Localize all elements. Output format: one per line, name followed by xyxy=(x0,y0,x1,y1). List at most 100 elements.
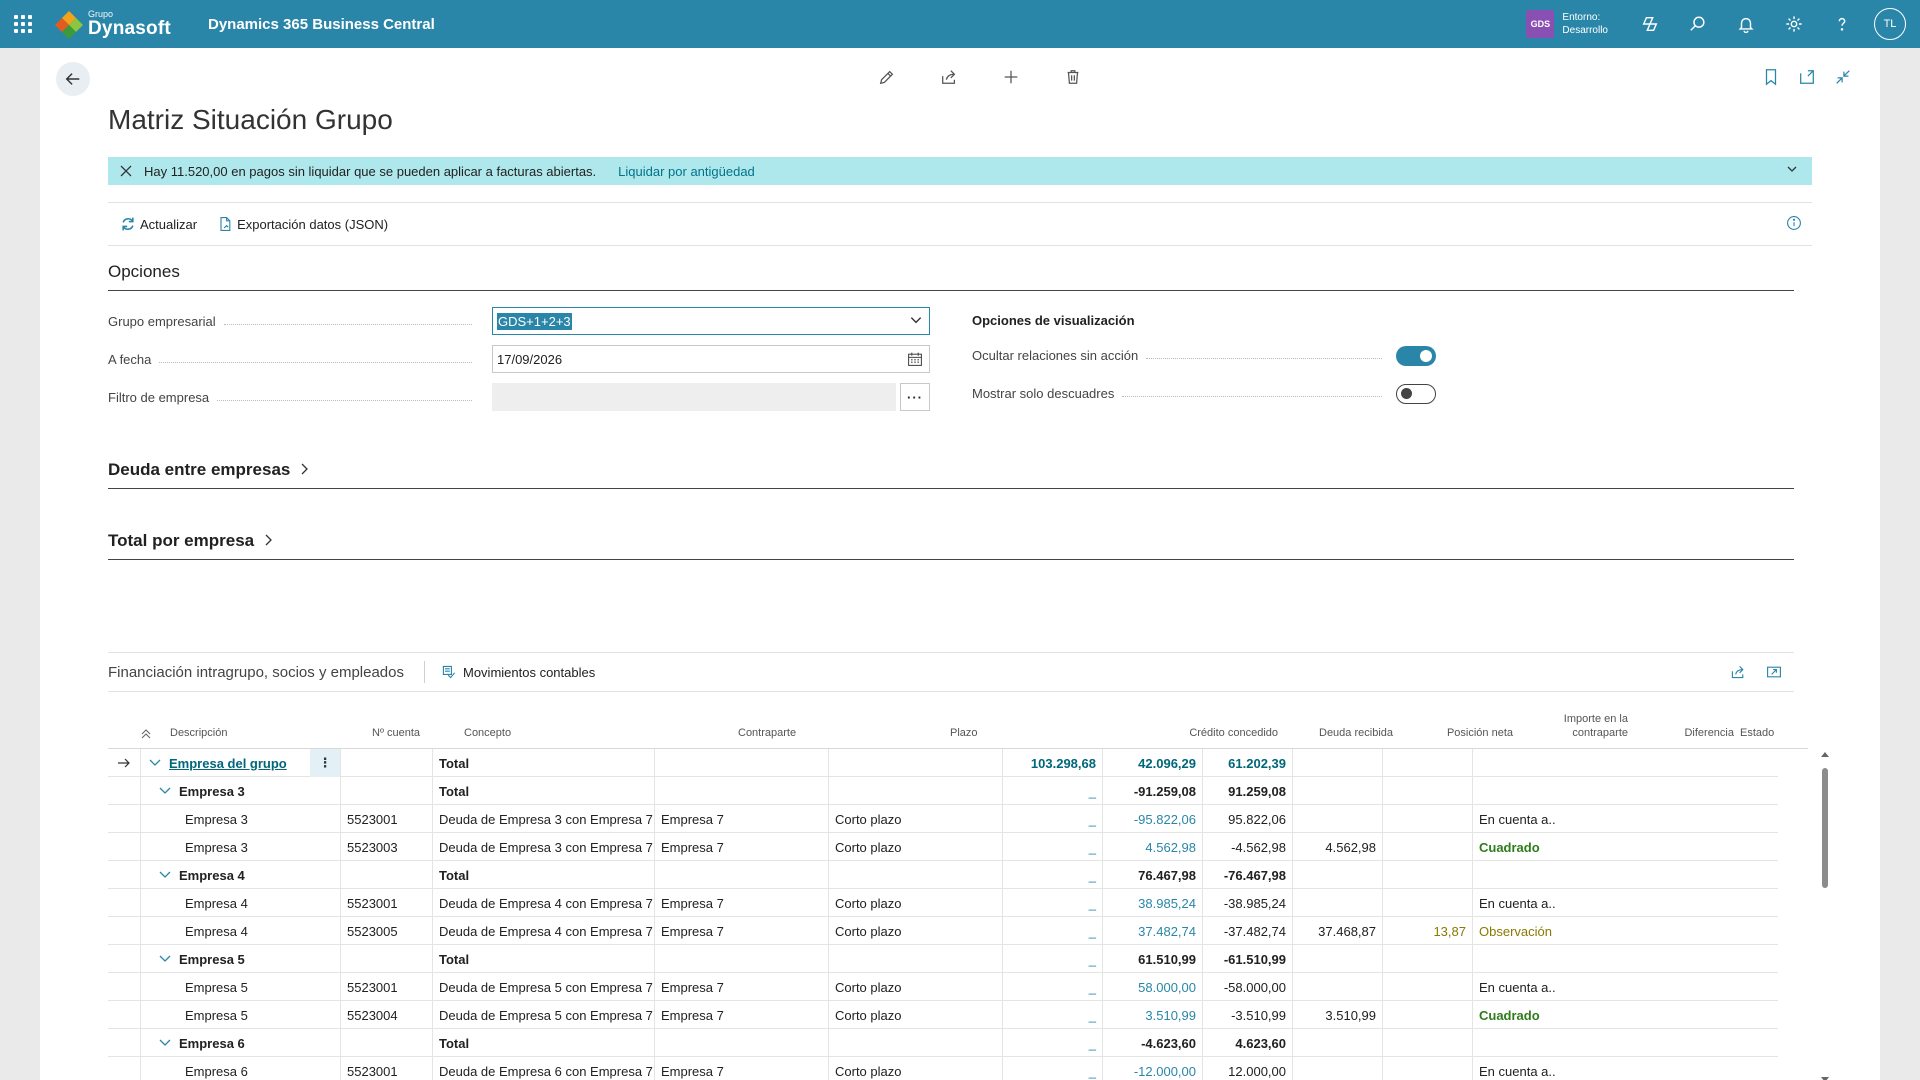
search-button[interactable] xyxy=(1674,0,1722,48)
row-indicator[interactable] xyxy=(108,945,140,973)
chevron-down-icon[interactable] xyxy=(149,758,161,768)
description-cell[interactable]: Empresa del grupo ⋮ xyxy=(140,749,340,777)
table-row[interactable]: Empresa 6 5523001 Deuda de Empresa 6 con E… xyxy=(108,1057,1778,1080)
subpage-title[interactable]: Financiación intragrupo, socios y emplea… xyxy=(108,664,404,681)
company-filter-lookup-button[interactable]: ··· xyxy=(900,383,930,411)
description-cell[interactable]: Empresa 4 xyxy=(140,861,340,889)
back-button[interactable] xyxy=(56,62,90,96)
row-indicator[interactable] xyxy=(108,749,140,777)
col-description[interactable]: Descripción xyxy=(170,704,320,748)
settings-button[interactable] xyxy=(1770,0,1818,48)
debt-cell[interactable]: 61.510,99 xyxy=(1102,945,1202,973)
description-cell[interactable]: Empresa 6 xyxy=(140,1057,340,1080)
debt-cell[interactable]: -12.000,00 xyxy=(1102,1057,1202,1080)
dismiss-notification-button[interactable] xyxy=(120,165,136,177)
credit-cell[interactable]: _ xyxy=(1002,805,1102,833)
row-indicator[interactable] xyxy=(108,805,140,833)
table-row[interactable]: Empresa 3 Total _ -91.259,08 91.259,08 xyxy=(108,777,1778,805)
credit-cell[interactable]: 103.298,68 xyxy=(1002,749,1102,777)
row-indicator[interactable] xyxy=(108,777,140,805)
col-counterpart-amount[interactable]: Importe en la contraparte xyxy=(1518,704,1628,748)
section-total-header[interactable]: Total por empresa xyxy=(108,531,1794,560)
edit-button[interactable] xyxy=(856,68,918,86)
show-mismatch-toggle[interactable] xyxy=(1396,384,1436,404)
col-account[interactable]: Nº cuenta xyxy=(372,704,452,748)
chevron-down-icon[interactable] xyxy=(159,786,171,796)
row-indicator[interactable] xyxy=(108,973,140,1001)
notification-link[interactable]: Liquidar por antigüedad xyxy=(618,164,755,179)
share-icon[interactable] xyxy=(1730,664,1746,680)
info-button[interactable] xyxy=(1786,215,1802,234)
sort-hierarchy-button[interactable] xyxy=(140,704,160,748)
table-row[interactable]: Empresa del grupo ⋮ Total 103.298,68 42.096,… xyxy=(108,749,1778,777)
delete-button[interactable] xyxy=(1042,68,1104,86)
company-filter-input[interactable] xyxy=(492,383,896,411)
description-cell[interactable]: Empresa 4 xyxy=(140,889,340,917)
table-row[interactable]: Empresa 5 5523001 Deuda de Empresa 5 con E… xyxy=(108,973,1778,1001)
col-difference[interactable]: Diferencia xyxy=(1634,704,1734,748)
col-credit[interactable]: Crédito concedido xyxy=(1158,704,1278,748)
environment-info[interactable]: Entorno: Desarrollo xyxy=(1562,11,1608,37)
row-indicator[interactable] xyxy=(108,833,140,861)
table-row[interactable]: Empresa 3 5523001 Deuda de Empresa 3 con E… xyxy=(108,805,1778,833)
hide-relations-toggle[interactable] xyxy=(1396,346,1436,366)
app-launcher-button[interactable] xyxy=(0,0,46,48)
bookmark-icon[interactable] xyxy=(1762,68,1780,86)
table-row[interactable]: Empresa 4 5523005 Deuda de Empresa 4 con E… xyxy=(108,917,1778,945)
table-row[interactable]: Empresa 3 5523003 Deuda de Empresa 3 con E… xyxy=(108,833,1778,861)
col-debt[interactable]: Deuda recibida xyxy=(1283,704,1393,748)
row-menu-button[interactable]: ⋮ xyxy=(310,749,340,777)
refresh-action[interactable]: Actualizar xyxy=(120,216,197,232)
table-row[interactable]: Empresa 4 Total _ 76.467,98 -76.467,98 xyxy=(108,861,1778,889)
calendar-icon[interactable] xyxy=(907,351,923,370)
chevron-down-icon[interactable] xyxy=(159,870,171,880)
debt-cell[interactable]: -4.623,60 xyxy=(1102,1029,1202,1057)
description-cell[interactable]: Empresa 5 xyxy=(140,945,340,973)
description-cell[interactable]: Empresa 3 xyxy=(140,805,340,833)
chevron-down-icon[interactable] xyxy=(909,313,923,330)
col-net[interactable]: Posición neta xyxy=(1403,704,1513,748)
row-indicator[interactable] xyxy=(108,1001,140,1029)
credit-cell[interactable]: _ xyxy=(1002,833,1102,861)
description-cell[interactable]: Empresa 3 xyxy=(140,833,340,861)
description-cell[interactable]: Empresa 4 xyxy=(140,917,340,945)
environment-badge[interactable]: GDS xyxy=(1526,10,1555,38)
row-indicator[interactable] xyxy=(108,861,140,889)
copilot-button[interactable] xyxy=(1626,0,1674,48)
col-term[interactable]: Plazo xyxy=(950,704,1100,748)
debt-cell[interactable]: -95.822,06 xyxy=(1102,805,1202,833)
credit-cell[interactable]: _ xyxy=(1002,861,1102,889)
ledger-entries-action[interactable]: Movimientos contables xyxy=(441,664,595,680)
debt-cell[interactable]: -91.259,08 xyxy=(1102,777,1202,805)
debt-cell[interactable]: 38.985,24 xyxy=(1102,889,1202,917)
description-cell[interactable]: Empresa 3 xyxy=(140,777,340,805)
group-select[interactable]: GDS+1+2+3 xyxy=(492,307,930,335)
scroll-up-icon[interactable] xyxy=(1820,750,1830,758)
row-indicator[interactable] xyxy=(108,917,140,945)
date-input[interactable]: 17/09/2026 xyxy=(492,345,930,373)
debt-cell[interactable]: 42.096,29 xyxy=(1102,749,1202,777)
credit-cell[interactable]: _ xyxy=(1002,889,1102,917)
description-cell[interactable]: Empresa 5 xyxy=(140,973,340,1001)
chevron-down-icon[interactable] xyxy=(159,1038,171,1048)
grid-scrollbar[interactable] xyxy=(1820,748,1830,1080)
table-row[interactable]: Empresa 5 5523004 Deuda de Empresa 5 con E… xyxy=(108,1001,1778,1029)
description-cell[interactable]: Empresa 5 xyxy=(140,1001,340,1029)
chevron-down-icon[interactable] xyxy=(159,954,171,964)
row-indicator[interactable] xyxy=(108,889,140,917)
credit-cell[interactable]: _ xyxy=(1002,917,1102,945)
share-button[interactable] xyxy=(918,68,980,86)
credit-cell[interactable]: _ xyxy=(1002,973,1102,1001)
credit-cell[interactable]: _ xyxy=(1002,1001,1102,1029)
table-row[interactable]: Empresa 5 Total _ 61.510,99 -61.510,99 xyxy=(108,945,1778,973)
credit-cell[interactable]: _ xyxy=(1002,777,1102,805)
col-counterpart[interactable]: Contraparte xyxy=(738,704,888,748)
notifications-button[interactable] xyxy=(1722,0,1770,48)
product-name[interactable]: Dynamics 365 Business Central xyxy=(208,16,435,33)
debt-cell[interactable]: 4.562,98 xyxy=(1102,833,1202,861)
user-avatar[interactable]: TL xyxy=(1874,8,1906,40)
debt-cell[interactable]: 37.482,74 xyxy=(1102,917,1202,945)
export-json-action[interactable]: Exportación datos (JSON) xyxy=(217,216,388,232)
new-button[interactable] xyxy=(980,68,1042,86)
expand-notification-button[interactable] xyxy=(1786,163,1798,178)
